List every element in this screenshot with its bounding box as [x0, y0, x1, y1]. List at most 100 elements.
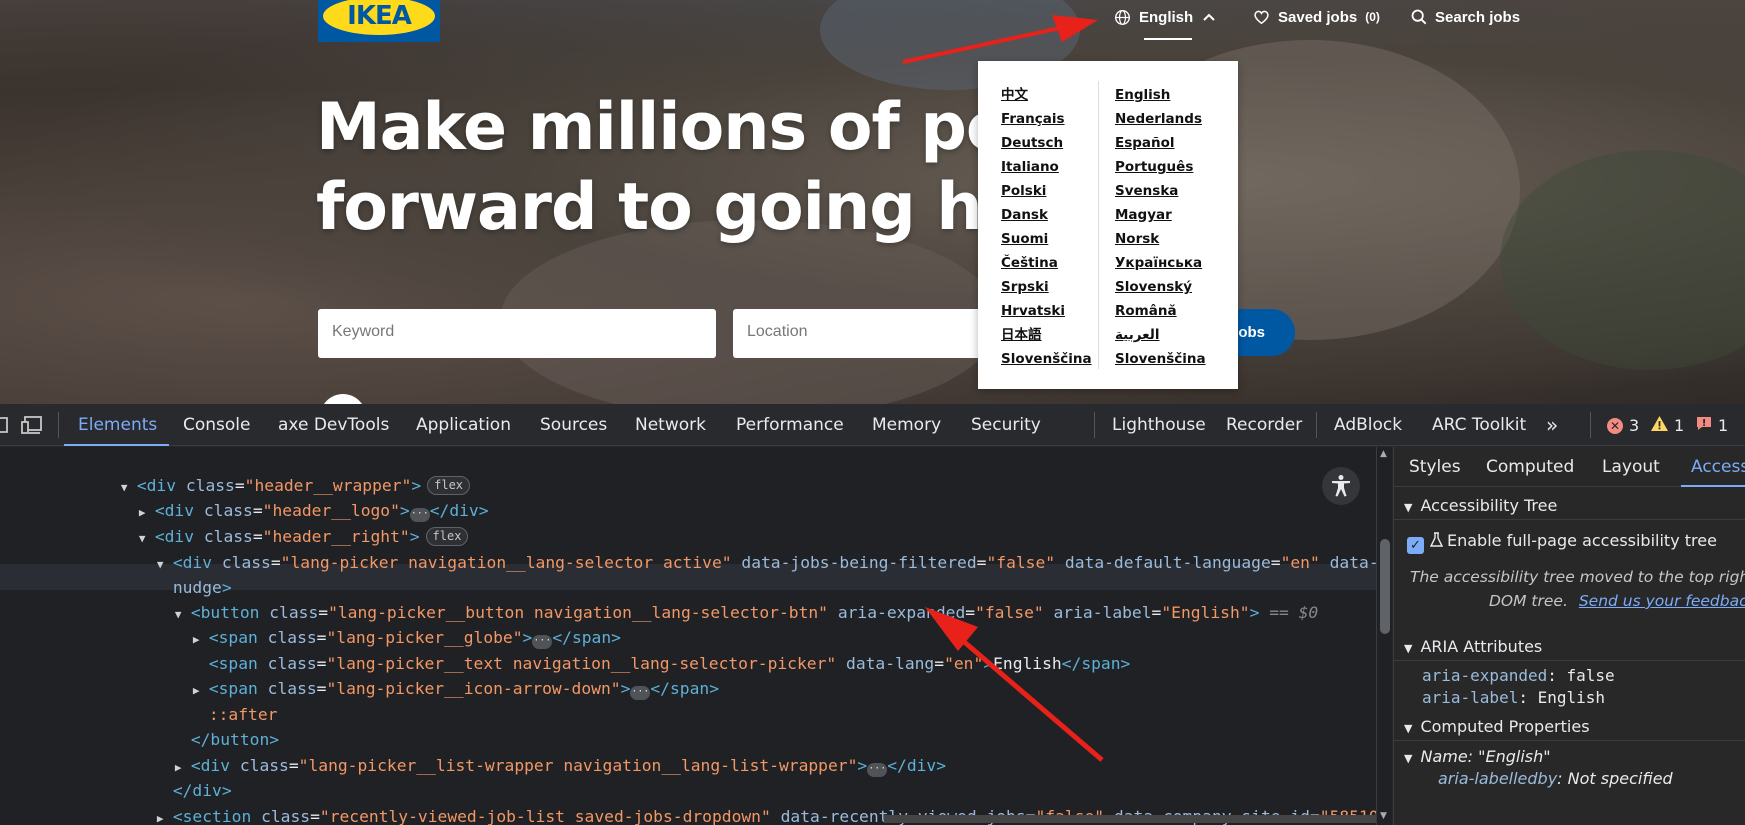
- devtools-tab-bar: Elements Console axe DevTools Application So…: [0, 404, 1745, 446]
- tab-adblock[interactable]: AdBlock: [1334, 404, 1402, 446]
- language-option[interactable]: Hrvatski: [1001, 299, 1092, 323]
- moved-notice-line1: The accessibility tree moved to the top …: [1410, 568, 1745, 586]
- accessibility-tree-section-header[interactable]: ▼ Accessibility Tree: [1394, 492, 1745, 520]
- tab-network[interactable]: Network: [635, 404, 706, 446]
- tab-layout[interactable]: Layout: [1602, 447, 1660, 487]
- language-option[interactable]: Norsk: [1115, 227, 1206, 251]
- scroll-down-icon[interactable]: ▼: [1380, 811, 1387, 821]
- errors-count: 3: [1629, 416, 1640, 435]
- language-option[interactable]: 中文: [1001, 83, 1092, 107]
- errors-badge[interactable]: ✕ 3: [1607, 416, 1639, 435]
- tab-computed[interactable]: Computed: [1486, 447, 1574, 487]
- ikea-logo[interactable]: IKEA: [318, 0, 440, 42]
- tab-performance[interactable]: Performance: [736, 404, 844, 446]
- tab-separator: [58, 412, 59, 438]
- language-option[interactable]: Nederlands: [1115, 107, 1206, 131]
- horizontal-scrollbar[interactable]: [884, 815, 1376, 823]
- tab-security[interactable]: Security: [971, 404, 1041, 446]
- tab-memory[interactable]: Memory: [872, 404, 941, 446]
- language-option[interactable]: Français: [1001, 107, 1092, 131]
- tab-styles[interactable]: Styles: [1409, 447, 1461, 487]
- language-option[interactable]: Українська: [1115, 251, 1206, 275]
- scroll-up-icon[interactable]: ▲: [1380, 449, 1387, 459]
- devtools-window: Elements Console axe DevTools Application So…: [0, 404, 1745, 825]
- language-option[interactable]: Dansk: [1001, 203, 1092, 227]
- dom-node-recently-viewed[interactable]: ▶ <section class="recently-viewed-job-lis…: [98, 778, 1376, 825]
- language-option[interactable]: Deutsch: [1001, 131, 1092, 155]
- tab-separator: [1094, 412, 1095, 438]
- aria-labelledby-row: aria-labelledby: Not specified: [1438, 769, 1673, 788]
- language-option[interactable]: Svenska: [1115, 179, 1206, 203]
- warnings-badge[interactable]: 1: [1651, 416, 1684, 435]
- language-dropdown: 中文 Français Deutsch Italiano Polski Dansk Suom…: [978, 61, 1238, 389]
- scrollbar-thumb[interactable]: [1380, 539, 1390, 634]
- language-option[interactable]: Suomi: [1001, 227, 1092, 251]
- tab-accessibility[interactable]: Accessi: [1681, 447, 1745, 487]
- hero-heading: Make millions of peo forward to going ho…: [316, 88, 1057, 248]
- dom-node-header-logo[interactable]: ▶ <div class="header__logo">···</div>: [80, 472, 489, 522]
- accessibility-person-icon[interactable]: [1322, 467, 1360, 505]
- tab-console[interactable]: Console: [183, 404, 251, 446]
- computed-properties-section-header[interactable]: ▼ Computed Properties: [1394, 713, 1745, 741]
- keyword-input[interactable]: Keyword: [318, 309, 716, 358]
- warnings-count: 1: [1674, 416, 1685, 435]
- aria-attributes-section-header[interactable]: ▼ ARIA Attributes: [1394, 633, 1745, 661]
- language-option[interactable]: Polski: [1001, 179, 1092, 203]
- tab-lighthouse[interactable]: Lighthouse: [1112, 404, 1206, 446]
- tab-arc-toolkit[interactable]: ARC Toolkit: [1432, 404, 1526, 446]
- hero-line-2: forward to going hor: [316, 170, 1057, 245]
- language-column-1: 中文 Français Deutsch Italiano Polski Dansk Suom…: [1001, 83, 1092, 371]
- elements-scrollbar[interactable]: ▲ ▼: [1376, 447, 1392, 825]
- tab-axe-devtools[interactable]: axe DevTools: [278, 404, 389, 446]
- saved-jobs-count: (0): [1365, 10, 1380, 24]
- more-tabs-chevron-icon[interactable]: »: [1546, 404, 1558, 446]
- send-feedback-link[interactable]: Send us your feedbac: [1579, 592, 1745, 610]
- tab-sources[interactable]: Sources: [540, 404, 607, 446]
- language-option[interactable]: Español: [1115, 131, 1206, 155]
- search-jobs-link[interactable]: Search jobs: [1411, 6, 1520, 28]
- computed-name-row[interactable]: ▼ Name: "English": [1404, 747, 1551, 766]
- language-option[interactable]: 日本語: [1001, 323, 1092, 347]
- tab-elements[interactable]: Elements: [63, 404, 170, 446]
- dom-node-arrow-span[interactable]: ▶ <span class="lang-picker__icon-arrow-do…: [134, 650, 719, 700]
- dom-node-header-right[interactable]: ▼ <div class="header__right"> flex: [80, 498, 469, 546]
- dom-node-lang-picker-button[interactable]: ▼ <button class="lang-picker__button navi…: [116, 574, 1318, 622]
- saved-jobs-link[interactable]: Saved jobs (0): [1253, 6, 1380, 28]
- ellipsis-icon[interactable]: ···: [867, 763, 888, 777]
- dom-node-list-wrapper[interactable]: ▶ <div class="lang-picker__list-wrapper n…: [116, 727, 946, 777]
- language-option[interactable]: Italiano: [1001, 155, 1092, 179]
- language-option[interactable]: Română: [1115, 299, 1206, 323]
- expand-triangle-icon[interactable]: ▶: [157, 806, 173, 825]
- language-picker-button[interactable]: English: [1114, 6, 1223, 40]
- dom-node-globe-span[interactable]: ▶ <span class="lang-picker__globe">···</s…: [134, 599, 621, 649]
- tab-application[interactable]: Application: [416, 404, 511, 446]
- language-option[interactable]: Português: [1115, 155, 1206, 179]
- chevron-up-icon: [1203, 13, 1215, 21]
- language-option[interactable]: Srpski: [1001, 275, 1092, 299]
- language-option[interactable]: العربية: [1115, 323, 1206, 347]
- device-toolbar-icon[interactable]: [20, 414, 44, 436]
- language-option[interactable]: Slovenský: [1115, 275, 1206, 299]
- enable-full-page-tree-checkbox[interactable]: ✓ Enable full-page accessibility tree: [1407, 531, 1717, 554]
- language-label: English: [1139, 8, 1194, 26]
- language-option[interactable]: Slovenščina: [1115, 347, 1206, 371]
- search-icon: [1411, 9, 1427, 25]
- heart-icon: [1253, 10, 1270, 25]
- saved-jobs-label: Saved jobs: [1278, 8, 1358, 26]
- language-option[interactable]: English: [1115, 83, 1206, 107]
- dom-node-text-span[interactable]: <span class="lang-picker__text navigatio…: [150, 625, 1131, 673]
- dom-node-header-wrapper[interactable]: ▼ <div class="header__wrapper"> flex: [62, 447, 471, 495]
- language-option[interactable]: Magyar: [1115, 203, 1206, 227]
- dom-node-lang-picker-cont: nudge>: [172, 578, 232, 597]
- play-button[interactable]: [320, 394, 366, 404]
- issues-count: 1: [1718, 416, 1729, 435]
- issues-badge[interactable]: 1: [1696, 416, 1728, 435]
- language-option[interactable]: Slovenščina: [1001, 347, 1092, 371]
- tab-recorder[interactable]: Recorder: [1226, 404, 1302, 446]
- dom-node-after-pseudo[interactable]: ::after: [150, 676, 278, 724]
- hero-line-1: Make millions of peo: [316, 90, 1054, 165]
- dom-node-lang-picker[interactable]: ▼ <div class="lang-picker navigation__lan…: [98, 524, 1376, 572]
- location-input[interactable]: Location: [733, 309, 993, 358]
- language-option[interactable]: Čeština: [1001, 251, 1092, 275]
- ellipsis-icon[interactable]: ···: [630, 686, 651, 700]
